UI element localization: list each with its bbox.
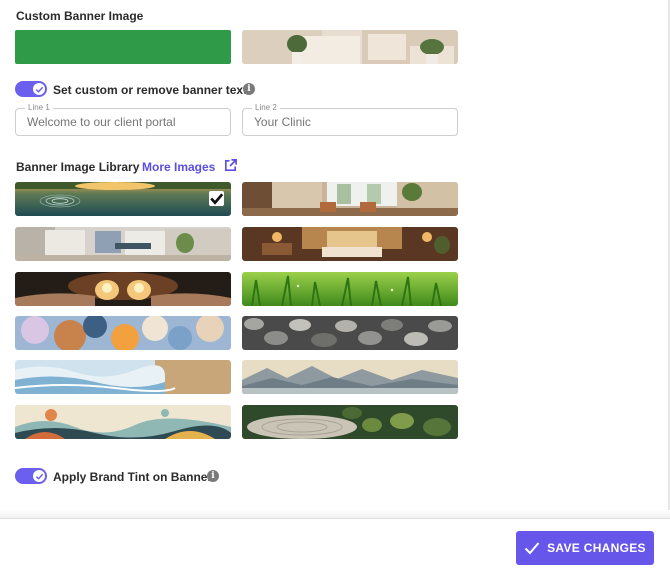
save-changes-label: SAVE CHANGES	[547, 541, 646, 555]
selected-checkmark	[209, 191, 224, 206]
library-image-ocean-wave[interactable]	[15, 360, 231, 394]
footer-bar: SAVE CHANGES	[0, 518, 670, 568]
more-images-label: More Images	[142, 160, 216, 174]
check-icon	[524, 542, 540, 555]
toggle-knob	[33, 83, 45, 95]
banner-text-toggle[interactable]	[15, 81, 47, 97]
line2-field[interactable]: Line 2	[242, 103, 458, 136]
library-image-misty-mountains[interactable]	[242, 360, 458, 394]
library-image-modern-lounge[interactable]	[242, 182, 458, 216]
library-image-green-grass[interactable]	[242, 272, 458, 306]
more-images-link[interactable]: More Images	[142, 160, 215, 174]
line1-field[interactable]: Line 1	[15, 103, 231, 136]
check-icon	[210, 193, 224, 205]
custom-banner-image[interactable]	[242, 30, 458, 64]
custom-banner-color-swatch[interactable]	[15, 30, 231, 64]
custom-banner-title: Custom Banner Image	[16, 9, 144, 23]
library-image-candle-hands[interactable]	[15, 272, 231, 306]
external-link-icon[interactable]	[223, 158, 238, 173]
library-image-bokeh-lights[interactable]	[15, 316, 231, 350]
library-image-zen-garden[interactable]	[242, 405, 458, 439]
library-image-lake-ripples[interactable]	[15, 182, 231, 216]
library-title: Banner Image Library	[16, 160, 140, 174]
line1-label: Line 1	[25, 103, 53, 113]
toggle-knob	[33, 470, 45, 482]
info-icon[interactable]: i	[207, 470, 219, 482]
save-changes-button[interactable]: SAVE CHANGES	[516, 531, 654, 565]
library-image-warm-bedroom[interactable]	[242, 227, 458, 261]
check-icon	[35, 473, 43, 480]
line2-label: Line 2	[252, 103, 280, 113]
info-icon[interactable]: i	[243, 83, 255, 95]
check-icon	[35, 86, 43, 93]
library-image-river-pebbles[interactable]	[242, 316, 458, 350]
library-image-treatment-room[interactable]	[15, 227, 231, 261]
brand-tint-toggle[interactable]	[15, 468, 47, 484]
footer-shadow	[0, 510, 670, 518]
library-image-abstract-landscape[interactable]	[15, 405, 231, 439]
banner-text-toggle-label: Set custom or remove banner text	[53, 83, 248, 97]
brand-tint-label: Apply Brand Tint on Banner	[53, 470, 213, 484]
